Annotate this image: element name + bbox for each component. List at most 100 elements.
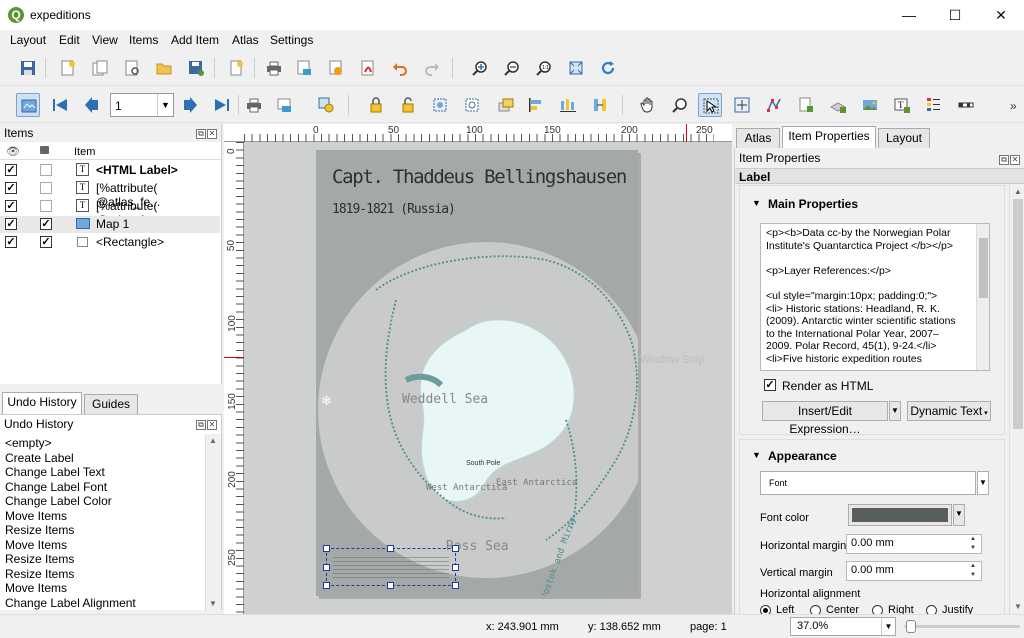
tab-guides[interactable]: Guides: [84, 394, 138, 414]
print-button[interactable]: [262, 56, 286, 80]
add-3d-map-button[interactable]: [826, 93, 850, 117]
edit-nodes-button[interactable]: [762, 93, 786, 117]
new-layout-button[interactable]: [56, 56, 80, 80]
lock-checkbox[interactable]: ✓: [40, 218, 52, 230]
select-move-button[interactable]: [698, 93, 722, 117]
undo-item[interactable]: <empty>: [5, 436, 52, 451]
hmargin-spin-icon[interactable]: ▲ ▼: [970, 535, 976, 553]
last-feature-button[interactable]: [210, 93, 234, 117]
resize-handle[interactable]: [387, 582, 394, 589]
resize-handle[interactable]: [452, 582, 459, 589]
zoom-actual-button[interactable]: 1:1: [532, 56, 556, 80]
export-pdf-button[interactable]: [356, 56, 380, 80]
visible-checkbox[interactable]: ✓: [5, 182, 17, 194]
tree-row[interactable]: ✓ T [%attribute( @atlas_fe...: [0, 198, 220, 227]
undo-item[interactable]: Change Label Color: [5, 494, 112, 509]
add-picture-button[interactable]: [858, 93, 882, 117]
antarctica-map[interactable]: Weddell Sea Ross Sea West Antarctica Eas…: [316, 220, 638, 596]
undo-item[interactable]: Resize Items: [5, 567, 74, 582]
previous-feature-button[interactable]: [80, 93, 104, 117]
color-dropdown-icon[interactable]: ▼: [953, 504, 965, 526]
undo-button[interactable]: [388, 56, 412, 80]
resize-handle[interactable]: [452, 545, 459, 552]
html-text-editor[interactable]: <p><b>Data cc-by the Norwegian Polar Ins…: [760, 223, 990, 371]
horizontal-margin-input[interactable]: 0.00 mm: [846, 534, 982, 554]
layout-manager-button[interactable]: [120, 56, 144, 80]
properties-scrollbar[interactable]: ▲ ▼: [1009, 185, 1024, 614]
font-button[interactable]: Font: [760, 471, 976, 495]
undo-item[interactable]: Change Label Text: [5, 465, 105, 480]
editor-scrollbar[interactable]: [976, 224, 989, 370]
lock-checkbox[interactable]: [40, 164, 52, 176]
map-subtitle[interactable]: 1819-1821 (Russia): [332, 202, 456, 217]
font-color-button[interactable]: [848, 504, 952, 526]
selected-html-label[interactable]: [326, 548, 456, 586]
resize-handle[interactable]: [387, 545, 394, 552]
move-content-button[interactable]: [730, 93, 754, 117]
zoom-select[interactable]: 37.0% ▼: [790, 617, 896, 636]
atlas-settings-button[interactable]: [314, 93, 338, 117]
menu-atlas[interactable]: Atlas: [232, 33, 259, 47]
font-dropdown-icon[interactable]: ▼: [977, 471, 989, 495]
save-button[interactable]: [16, 56, 40, 80]
duplicate-layout-button[interactable]: [88, 56, 112, 80]
export-atlas-button[interactable]: [272, 93, 296, 117]
collapse-icon[interactable]: ▼: [752, 450, 761, 460]
main-properties-title[interactable]: Main Properties: [768, 197, 858, 211]
lock-checkbox[interactable]: [40, 200, 52, 212]
zoom-slider-handle[interactable]: [906, 620, 916, 633]
undo-item[interactable]: Move Items: [5, 538, 67, 553]
visible-checkbox[interactable]: ✓: [5, 236, 17, 248]
undo-item[interactable]: Move Items: [5, 509, 67, 524]
zoom-tool-button[interactable]: [668, 93, 692, 117]
add-scalebar-button[interactable]: [954, 93, 978, 117]
radio-left[interactable]: [760, 605, 771, 614]
resize-handle[interactable]: [323, 582, 330, 589]
panel-controls[interactable]: ⧉ ✕: [195, 418, 217, 430]
resize-handle[interactable]: [323, 564, 330, 571]
first-feature-button[interactable]: [48, 93, 72, 117]
align-button[interactable]: [524, 93, 548, 117]
distribute-button[interactable]: [556, 93, 580, 117]
undo-item[interactable]: Resize Items: [5, 552, 74, 567]
raise-button[interactable]: [494, 93, 518, 117]
tab-undo-history[interactable]: Undo History: [2, 392, 82, 414]
new-page-button[interactable]: [224, 56, 248, 80]
dynamic-text-button[interactable]: Dynamic Text ▾: [907, 401, 991, 421]
menu-view[interactable]: View: [92, 33, 118, 47]
lock-items-button[interactable]: [364, 93, 388, 117]
menu-add-item[interactable]: Add Item: [171, 33, 219, 47]
add-label-button[interactable]: T: [890, 93, 914, 117]
zoom-full-button[interactable]: [564, 56, 588, 80]
lock-checkbox[interactable]: [40, 182, 52, 194]
tree-row[interactable]: ✓ T <HTML Label>: [0, 162, 220, 179]
vmargin-spin-icon[interactable]: ▲ ▼: [970, 562, 976, 580]
resize-handle[interactable]: [452, 564, 459, 571]
radio-justify[interactable]: [926, 605, 937, 614]
close-button[interactable]: ✕: [978, 0, 1024, 30]
menu-edit[interactable]: Edit: [59, 33, 80, 47]
maximize-button[interactable]: ☐: [932, 0, 978, 30]
visible-checkbox[interactable]: ✓: [5, 200, 17, 212]
map-title[interactable]: Capt. Thaddeus Bellingshausen: [332, 166, 627, 188]
ungroup-button[interactable]: [460, 93, 484, 117]
tree-row[interactable]: ✓ ✓ <Rectangle>: [0, 234, 220, 251]
insert-expression-button[interactable]: Insert/Edit Expression…: [762, 401, 888, 436]
visible-checkbox[interactable]: ✓: [5, 218, 17, 230]
feature-page-select[interactable]: 1 ▼: [110, 93, 174, 117]
add-page-button[interactable]: [794, 93, 818, 117]
lock-checkbox[interactable]: ✓: [40, 236, 52, 248]
menu-settings[interactable]: Settings: [270, 33, 313, 47]
layout-page[interactable]: Capt. Thaddeus Bellingshausen 1819-1821 …: [316, 150, 638, 596]
undo-item[interactable]: Create Label: [5, 451, 74, 466]
expression-dropdown-icon[interactable]: ▼: [889, 401, 901, 421]
export-svg-button[interactable]: [324, 56, 348, 80]
render-html-checkbox[interactable]: ✓: [764, 379, 776, 391]
layout-canvas[interactable]: 0 50 100 150 200 250 0 50 100 150 200 25…: [224, 124, 732, 614]
tree-row[interactable]: ✓ ✓ Map 1: [0, 216, 220, 233]
print-atlas-button[interactable]: [242, 93, 266, 117]
tab-item-properties[interactable]: Item Properties: [782, 126, 876, 148]
tab-layout[interactable]: Layout: [878, 128, 930, 148]
unlock-items-button[interactable]: [396, 93, 420, 117]
zoom-in-button[interactable]: [468, 56, 492, 80]
